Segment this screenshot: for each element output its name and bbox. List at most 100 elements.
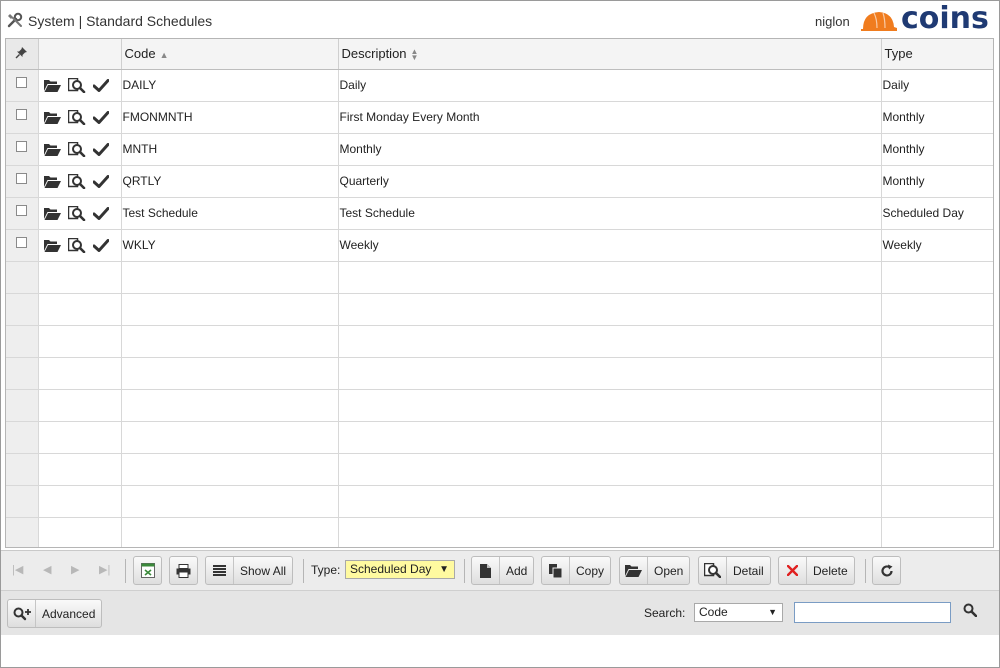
code-cell: DAILY: [121, 69, 339, 102]
open-button[interactable]: Open: [619, 556, 691, 585]
pin-column-header[interactable]: [6, 39, 39, 70]
open-folder-icon[interactable]: [43, 175, 61, 188]
open-folder-icon[interactable]: [43, 239, 61, 252]
open-folder-icon[interactable]: [43, 143, 61, 156]
empty-cell: [121, 517, 339, 547]
row-actions: [38, 197, 122, 230]
empty-cell: [338, 453, 882, 486]
dropdown-arrow-icon: ▼: [768, 607, 777, 617]
select-checkmark-icon[interactable]: [92, 110, 109, 124]
search-input[interactable]: [794, 602, 951, 623]
empty-cell: [6, 421, 39, 454]
select-checkmark-icon[interactable]: [92, 174, 109, 188]
search-footer: Advanced Search: Code ▼: [1, 590, 999, 635]
empty-cell: [881, 325, 993, 358]
empty-row: [6, 389, 993, 422]
empty-cell: [38, 357, 122, 390]
empty-row: [6, 293, 993, 326]
empty-cell: [881, 389, 993, 422]
show-all-button[interactable]: Show All: [205, 556, 294, 585]
close-icon: [779, 557, 807, 584]
row-checkbox[interactable]: [16, 109, 28, 121]
empty-cell: [121, 293, 339, 326]
refresh-button[interactable]: [872, 556, 901, 585]
empty-cell: [881, 485, 993, 518]
table-row[interactable]: Test Schedule Test Schedule Scheduled Day: [6, 197, 993, 230]
copy-button[interactable]: Copy: [541, 556, 612, 585]
print-button[interactable]: [169, 556, 198, 585]
detail-search-icon[interactable]: [67, 173, 86, 189]
detail-search-icon[interactable]: [67, 141, 86, 157]
delete-button[interactable]: Delete: [778, 556, 855, 585]
empty-cell: [881, 453, 993, 486]
search-icon[interactable]: [963, 603, 978, 620]
code-column-header[interactable]: Code ▲: [121, 39, 339, 70]
row-checkbox[interactable]: [16, 77, 28, 89]
table-row[interactable]: WKLY Weekly Weekly: [6, 229, 993, 262]
table-row[interactable]: FMONMNTH First Monday Every Month Monthly: [6, 101, 993, 134]
type-label: Type:: [311, 563, 341, 577]
select-checkmark-icon[interactable]: [92, 78, 109, 92]
row-checkbox[interactable]: [16, 173, 28, 185]
row-checkbox[interactable]: [16, 141, 28, 153]
show-all-label: Show All: [240, 563, 287, 578]
detail-search-icon[interactable]: [67, 237, 86, 253]
detail-search-icon[interactable]: [67, 77, 86, 93]
row-actions: [38, 133, 122, 166]
empty-row: [6, 453, 993, 486]
last-page-icon[interactable]: ▶|: [99, 563, 110, 576]
empty-cell: [6, 389, 39, 422]
empty-row: [6, 261, 993, 294]
user-name[interactable]: niglon: [815, 14, 850, 29]
description-column-header[interactable]: Description ▲ ▼: [338, 39, 882, 70]
empty-cell: [121, 389, 339, 422]
row-checkbox[interactable]: [16, 237, 28, 249]
open-folder-icon[interactable]: [43, 111, 61, 124]
select-checkmark-icon[interactable]: [92, 142, 109, 156]
detail-button[interactable]: Detail: [698, 556, 771, 585]
empty-cell: [338, 421, 882, 454]
next-page-icon[interactable]: ▶: [71, 563, 79, 576]
coins-logo: coins: [859, 2, 993, 36]
first-page-icon[interactable]: |◀: [12, 563, 23, 576]
detail-search-icon[interactable]: [67, 205, 86, 221]
select-checkmark-icon[interactable]: [92, 238, 109, 252]
empty-cell: [38, 421, 122, 454]
type-filter-select[interactable]: Scheduled Day ▼: [345, 560, 455, 579]
add-label: Add: [506, 563, 528, 578]
table-row[interactable]: MNTH Monthly Monthly: [6, 133, 993, 166]
previous-page-icon[interactable]: ◀: [43, 563, 51, 576]
empty-cell: [38, 453, 122, 486]
empty-cell: [38, 293, 122, 326]
advanced-button[interactable]: Advanced: [7, 599, 103, 628]
row-checkbox-cell: [6, 229, 39, 262]
empty-cell: [6, 485, 39, 518]
table-row[interactable]: DAILY Daily Daily: [6, 69, 993, 102]
empty-cell: [6, 325, 39, 358]
open-folder-icon[interactable]: [43, 79, 61, 92]
export-excel-button[interactable]: [133, 556, 162, 585]
schedules-grid: Code ▲ Description ▲ ▼ Type DAILY Daily Daily…: [5, 38, 994, 548]
add-button[interactable]: Add: [471, 556, 535, 585]
open-folder-icon[interactable]: [43, 207, 61, 220]
code-cell: MNTH: [121, 133, 339, 166]
empty-cell: [6, 517, 39, 547]
type-column-header[interactable]: Type: [881, 39, 993, 70]
row-checkbox-cell: [6, 197, 39, 230]
empty-cell: [38, 517, 122, 547]
open-label: Open: [654, 563, 684, 578]
row-checkbox-cell: [6, 69, 39, 102]
table-row[interactable]: QRTLY Quarterly Monthly: [6, 165, 993, 198]
empty-row: [6, 421, 993, 454]
select-checkmark-icon[interactable]: [92, 206, 109, 220]
empty-cell: [121, 421, 339, 454]
code-cell: Test Schedule: [121, 197, 339, 230]
row-checkbox[interactable]: [16, 205, 28, 217]
search-field-select[interactable]: Code ▼: [694, 603, 783, 622]
actions-column-header: [38, 39, 122, 70]
empty-cell: [121, 325, 339, 358]
page-title: System | Standard Schedules: [28, 13, 213, 29]
detail-search-icon[interactable]: [67, 109, 86, 125]
list-icon: [206, 557, 234, 584]
description-cell: Weekly: [338, 229, 882, 262]
